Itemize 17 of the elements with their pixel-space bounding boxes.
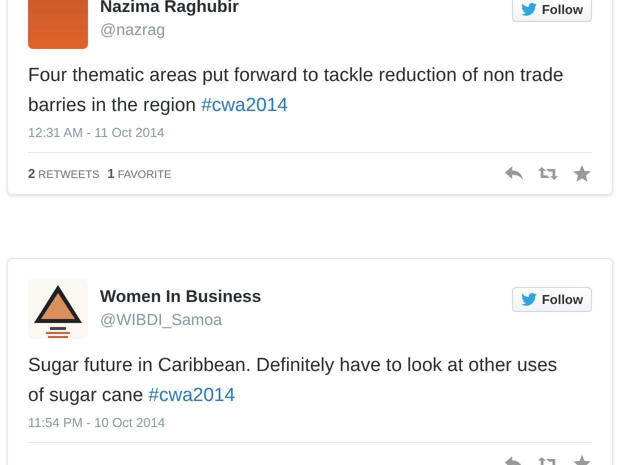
user-name[interactable]: Women In Business — [100, 287, 512, 307]
reply-icon[interactable] — [504, 165, 524, 182]
hashtag-link[interactable]: #cwa2014 — [201, 95, 288, 116]
star-icon[interactable] — [572, 165, 592, 182]
stat-count[interactable]: 1 FAVORITE — [107, 166, 172, 181]
retweet-icon[interactable] — [538, 165, 558, 182]
tweet-text: Four thematic areas put forward to tackle reduction of non trade barries in the region #cwa2014 — [28, 64, 564, 118]
avatar-photo-placeholder — [28, 0, 88, 49]
bird-icon — [520, 293, 537, 306]
tweet-text: Sugar future in Caribbean. Definitely have to look at other uses of sugar cane #cwa2014 — [28, 354, 558, 408]
bird-icon — [520, 3, 537, 16]
follow-button[interactable]: Follow — [512, 0, 592, 22]
follow-button[interactable]: Follow — [512, 287, 592, 312]
triangle-logo-icon — [28, 279, 88, 339]
user-name[interactable]: Nazima Raghubir — [100, 0, 512, 17]
hashtag-link[interactable]: #cwa2014 — [148, 385, 236, 406]
stat-count[interactable]: 2 RETWEETS — [28, 166, 100, 181]
